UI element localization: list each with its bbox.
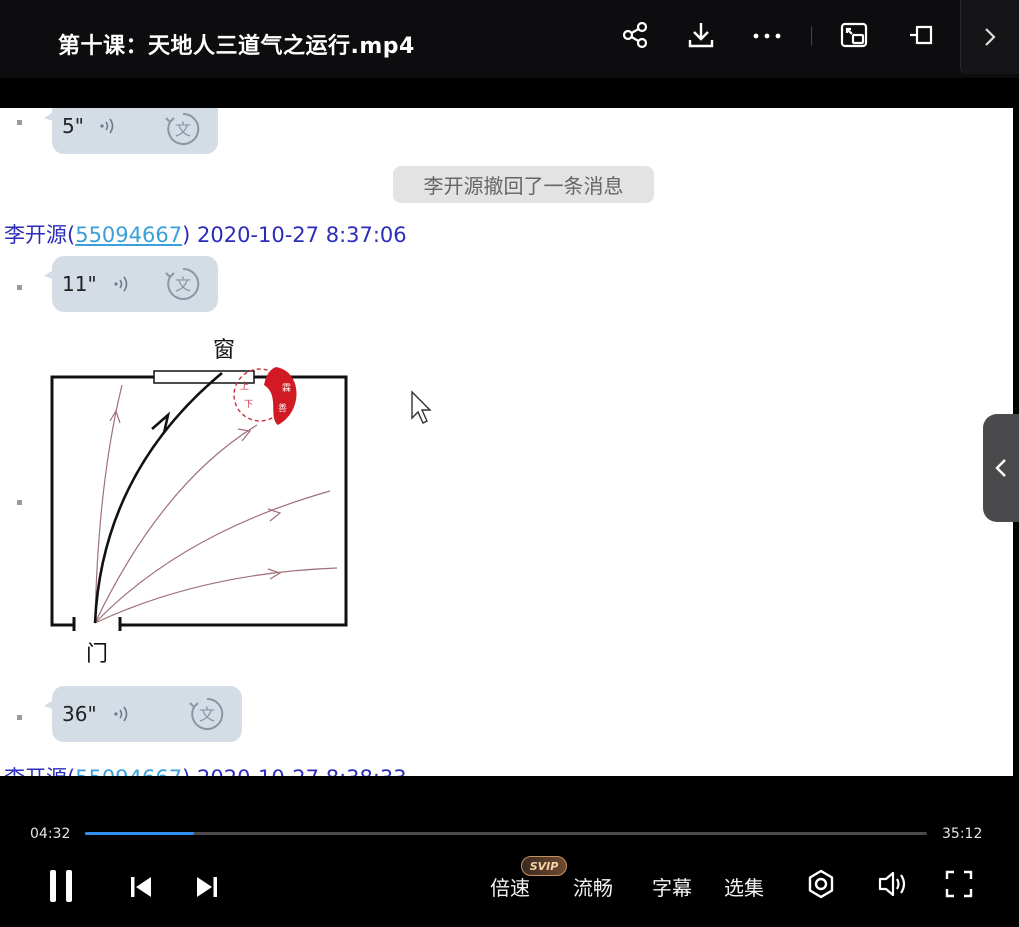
message-timestamp: 2020-10-27 8:37:06 bbox=[196, 223, 407, 247]
settings-icon bbox=[808, 869, 834, 899]
video-title: 第十课：天地人三道气之运行.mp4 bbox=[58, 34, 415, 59]
progress-bar-fill bbox=[85, 832, 194, 835]
chevron-left-icon bbox=[995, 459, 1006, 477]
pause-button[interactable] bbox=[40, 866, 82, 906]
fullscreen-button[interactable] bbox=[942, 867, 976, 901]
voice-message-bubble: 36" 文 bbox=[44, 686, 242, 742]
download-icon bbox=[688, 23, 714, 48]
sender-name: 李开源 bbox=[4, 223, 67, 247]
settings-button[interactable] bbox=[804, 867, 838, 901]
paren-open: ( bbox=[67, 766, 75, 776]
voice-message-bubble: 5" 文 bbox=[44, 108, 218, 154]
window-label: 窗 bbox=[213, 338, 235, 363]
picture-in-picture-icon bbox=[840, 22, 868, 48]
sender-qq-link[interactable]: 55094667 bbox=[75, 766, 182, 776]
skip-next-icon bbox=[197, 877, 217, 897]
voice-duration: 11" bbox=[62, 272, 97, 296]
message-sender-partial: 李开源(55094667) 2020-10-27 8:38:33 bbox=[4, 762, 407, 776]
subtitle-button[interactable]: 字幕 bbox=[652, 872, 692, 901]
paren-close: ) bbox=[182, 223, 191, 247]
sender-name: 李开源 bbox=[4, 766, 67, 776]
svg-text:善: 善 bbox=[278, 402, 287, 414]
svip-badge: SVIP bbox=[521, 856, 567, 876]
voice-wave-icon bbox=[112, 274, 132, 298]
download-button[interactable] bbox=[683, 17, 719, 53]
chevron-right-icon bbox=[985, 28, 996, 46]
voice-to-text-icon: 文 bbox=[188, 695, 226, 737]
svg-text:文: 文 bbox=[175, 275, 191, 294]
list-bullet bbox=[17, 120, 22, 125]
paren-open: ( bbox=[67, 223, 76, 247]
title-bar: 第十课：天地人三道气之运行.mp4 bbox=[0, 0, 1019, 78]
list-bullet bbox=[17, 715, 22, 720]
message-timestamp: 2020-10-27 8:38:33 bbox=[197, 766, 407, 776]
fullscreen-icon bbox=[945, 870, 973, 898]
episodes-button[interactable]: 选集 bbox=[724, 872, 764, 901]
door-label: 门 bbox=[86, 642, 108, 667]
quality-button[interactable]: 流畅 bbox=[573, 872, 613, 901]
previous-button[interactable] bbox=[124, 870, 158, 904]
next-video-button[interactable] bbox=[960, 0, 1019, 74]
list-bullet bbox=[17, 500, 22, 505]
voice-wave-icon bbox=[98, 116, 118, 140]
mouse-cursor-icon bbox=[410, 390, 434, 430]
sender-qq-link[interactable]: 55094667 bbox=[75, 223, 182, 247]
pin-window-button[interactable] bbox=[903, 17, 939, 53]
voice-to-text-icon: 文 bbox=[164, 110, 202, 152]
voice-duration: 36" bbox=[62, 702, 97, 726]
qi-flow-diagram: 霖 善 上 下 窗 门 bbox=[32, 333, 372, 668]
volume-icon bbox=[878, 871, 906, 897]
current-time: 04:32 bbox=[30, 826, 71, 842]
side-panel-toggle[interactable] bbox=[983, 414, 1019, 522]
picture-in-picture-button[interactable] bbox=[836, 17, 872, 53]
recall-notice: 李开源撤回了一条消息 bbox=[393, 166, 654, 203]
voice-wave-icon bbox=[112, 704, 132, 728]
share-button[interactable] bbox=[617, 17, 653, 53]
total-time: 35:12 bbox=[942, 826, 983, 842]
svg-text:霖: 霖 bbox=[282, 383, 291, 394]
share-icon bbox=[622, 21, 648, 49]
volume-button[interactable] bbox=[874, 867, 910, 901]
svg-text:文: 文 bbox=[175, 120, 191, 139]
voice-duration: 5" bbox=[62, 114, 84, 138]
voice-message-bubble: 11" 文 bbox=[44, 256, 218, 312]
pin-window-icon bbox=[910, 25, 933, 45]
more-button[interactable] bbox=[749, 17, 785, 53]
video-frame[interactable]: 5" 文 李开源撤回了一条消息 李开源(55094667) 2020-10-27… bbox=[0, 108, 1013, 776]
seal-char-top: 上 bbox=[240, 381, 249, 392]
list-bullet bbox=[17, 285, 22, 290]
toolbar-divider bbox=[811, 26, 812, 46]
progress-bar[interactable] bbox=[85, 832, 927, 835]
pause-icon bbox=[50, 870, 72, 902]
svg-text:文: 文 bbox=[199, 705, 215, 724]
next-button[interactable] bbox=[190, 870, 224, 904]
speed-button[interactable]: 倍速 bbox=[490, 872, 530, 901]
more-icon bbox=[753, 33, 781, 39]
message-sender: 李开源(55094667) 2020-10-27 8:37:06 bbox=[4, 219, 407, 249]
seal-char-bottom: 下 bbox=[244, 400, 253, 410]
paren-close: ) bbox=[182, 766, 190, 776]
skip-previous-icon bbox=[131, 877, 151, 897]
voice-to-text-icon: 文 bbox=[164, 265, 202, 307]
